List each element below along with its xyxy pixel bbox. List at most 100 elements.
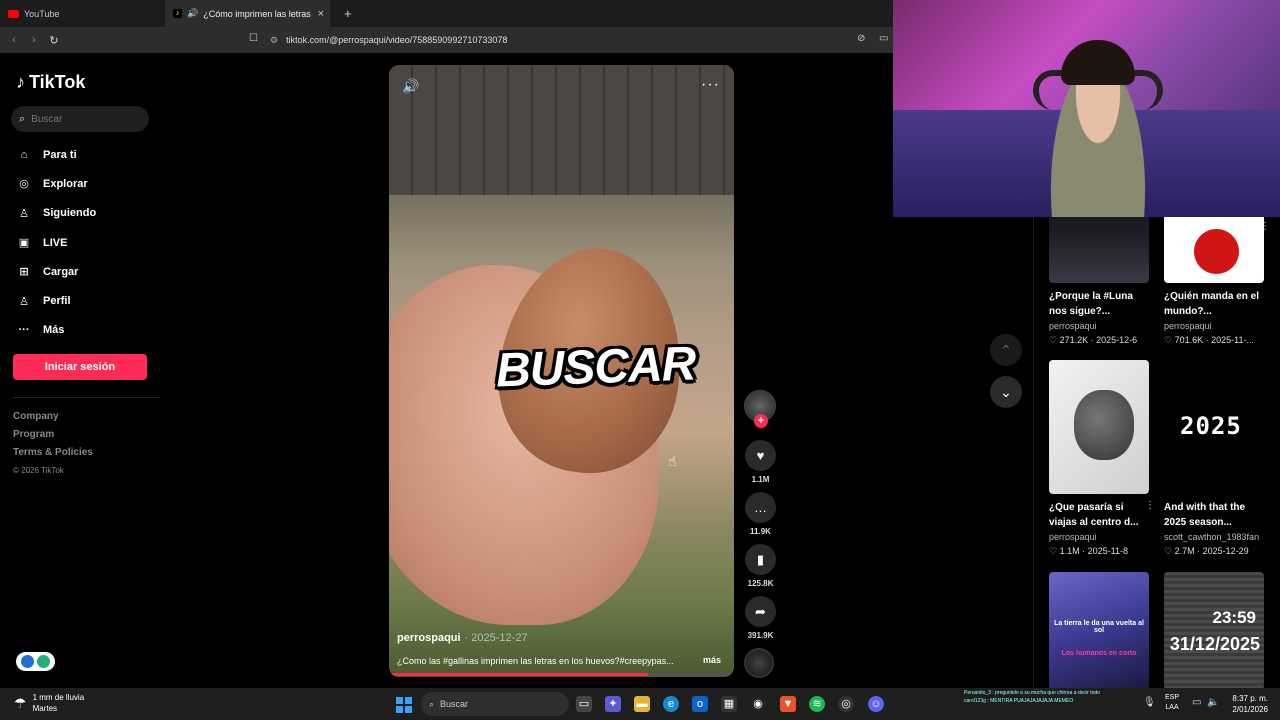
bookmark-icon[interactable]: ▮ (745, 544, 776, 575)
discord-icon[interactable]: ☺ (868, 696, 884, 712)
obs-icon[interactable]: ◎ (838, 696, 854, 712)
steam-icon[interactable]: ◉ (750, 696, 766, 712)
get-app-button[interactable] (16, 652, 55, 671)
author-avatar[interactable]: + (744, 390, 776, 428)
rec-card[interactable]: 2025 And with that the 2025 season... sc… (1164, 360, 1266, 557)
site-settings-icon[interactable]: ⚙ (270, 35, 278, 46)
cast-icon[interactable]: ▭ (879, 33, 888, 44)
rec-title[interactable]: ¿Porque la #Luna nos sigue?... (1049, 289, 1151, 319)
rec-card[interactable]: ¿Que pasaría si viajas al centro d... pe… (1049, 360, 1155, 557)
share-icon[interactable]: ➦ (745, 596, 776, 627)
tab-youtube[interactable]: YouTube (0, 0, 165, 27)
sidebar-item-mas[interactable]: ··· Más (16, 316, 96, 345)
rec-thumbnail[interactable]: 23:59 31/12/2025 (1164, 572, 1264, 690)
heart-icon[interactable]: ♥ (745, 440, 776, 471)
system-clock[interactable]: 8:37 p. m. 2/01/2026 (1226, 693, 1268, 715)
search-input[interactable] (31, 113, 132, 125)
rec-thumbnail[interactable] (1049, 360, 1149, 494)
rec-title[interactable]: And with that the 2025 season... (1164, 500, 1266, 530)
tab-tiktok[interactable]: ♪ 🔊 ¿Cómo imprimen las letras la × (165, 0, 330, 27)
outlook-icon[interactable]: o (692, 696, 708, 712)
video-overlay-text: BUSCAR (495, 337, 697, 398)
weather-widget[interactable]: ☂ 1 mm de lluvia Martes (14, 692, 84, 714)
close-tab-button[interactable]: × (318, 8, 324, 20)
comment-action[interactable]: … 11.9K (744, 492, 777, 536)
brave-icon[interactable]: ▼ (780, 696, 796, 712)
video-more-button[interactable]: más (703, 655, 721, 665)
rec-author[interactable]: scott_cawthon_1983fan (1164, 532, 1266, 542)
spotify-icon[interactable]: ≋ (809, 696, 825, 712)
previous-video-button[interactable]: ⌃ (990, 334, 1022, 366)
video-progress-bar[interactable] (389, 673, 734, 676)
microphone-icon[interactable]: 🎙 (1143, 697, 1156, 708)
save-count: 125.8K (747, 579, 774, 588)
rec-thumb-text: La tierra le da una vuelta al sol (1054, 620, 1144, 634)
volume-icon[interactable]: 🔊 (402, 78, 419, 95)
footer-link-company[interactable]: Company (13, 408, 93, 426)
sidebar-item-live[interactable]: ▣ LIVE (16, 228, 96, 257)
rec-title[interactable]: ¿Que pasaría si viajas al centro d... (1049, 500, 1151, 530)
store-icon[interactable]: ▦ (721, 696, 737, 712)
follow-plus-icon[interactable]: + (754, 414, 768, 428)
sidebar-item-perfil[interactable]: ♙ Perfil (16, 286, 96, 315)
sidebar-item-label: Para ti (43, 148, 77, 161)
rec-author[interactable]: perrospaqui (1049, 321, 1151, 331)
upload-icon: ⊞ (19, 266, 29, 279)
new-tab-button[interactable]: + (344, 6, 352, 21)
sidebar-item-para-ti[interactable]: ⌂ Para ti (16, 140, 96, 169)
save-action[interactable]: ▮ 125.8K (744, 544, 777, 588)
tiktok-icon: ♪ (173, 9, 182, 18)
copilot-icon[interactable]: ✦ (605, 696, 621, 712)
rec-thumbnail[interactable]: 2025 (1164, 360, 1264, 494)
tracking-icon[interactable]: ⊘ (857, 33, 865, 44)
sidebar-item-siguiendo[interactable]: ♙ Siguiendo (16, 199, 96, 228)
rec-card[interactable]: 23:59 31/12/2025 (1164, 572, 1266, 690)
share-action[interactable]: ➦ 391.9K (744, 596, 777, 640)
rec-options-icon[interactable]: ⋮ (1260, 221, 1270, 232)
address-bar[interactable]: ⚙ tiktok.com/@perrospaqui/video/75885909… (270, 32, 840, 48)
footer-link-program[interactable]: Program (13, 426, 93, 444)
rec-thumb-cat (1074, 390, 1134, 460)
comment-icon[interactable]: … (745, 492, 776, 523)
webcam-overlay (893, 0, 1280, 217)
sidebar-item-label: Cargar (43, 265, 79, 278)
back-button[interactable]: ‹ (4, 34, 24, 46)
edge-icon[interactable]: e (663, 696, 679, 712)
rec-author[interactable]: perrospaqui (1164, 321, 1266, 331)
rec-card[interactable]: La tierra le da una vuelta al sol Los hu… (1049, 572, 1151, 690)
rec-options-icon[interactable]: ⋮ (1145, 500, 1155, 511)
rec-thumb-subtext: 31/12/2025 (1169, 634, 1260, 654)
reload-button[interactable]: ↻ (44, 34, 64, 47)
video-description: ¿Como las #gallinas imprimen las letras … (397, 656, 674, 666)
following-icon: ♙ (19, 207, 29, 220)
forward-button[interactable]: › (24, 34, 44, 46)
sidebar-item-explorar[interactable]: ◎ Explorar (16, 169, 96, 198)
volume-icon[interactable]: 🔈 (1207, 697, 1219, 708)
language-indicator[interactable]: ESP LAA (1165, 693, 1179, 713)
video-author[interactable]: perrospaqui · 2025-12-27 (397, 632, 528, 644)
rec-thumb-text: 2025 (1180, 412, 1242, 440)
music-disc-icon[interactable] (744, 648, 774, 678)
task-view-icon[interactable]: ▭ (576, 696, 592, 712)
taskbar-search[interactable]: ⌕ Buscar (421, 692, 569, 716)
rec-author[interactable]: perrospaqui (1049, 532, 1151, 542)
sidebar-item-cargar[interactable]: ⊞ Cargar (16, 257, 96, 286)
network-icon[interactable]: ▭ (1192, 697, 1201, 708)
next-video-button[interactable]: ⌄ (990, 376, 1022, 408)
file-explorer-icon[interactable]: ▬ (634, 696, 650, 712)
tiktok-logo[interactable]: ♪ TikTok (16, 72, 85, 93)
live-icon: ▣ (18, 237, 30, 250)
rec-thumbnail[interactable]: La tierra le da una vuelta al sol Los hu… (1049, 572, 1149, 690)
video-player[interactable]: BUSCAR 🔊 ··· perrospaqui · 2025-12-27 ¿Co… (389, 65, 734, 677)
start-button[interactable] (396, 697, 412, 713)
login-button[interactable]: Iniciar sesión (13, 354, 147, 380)
footer-link-terms[interactable]: Terms & Policies (13, 444, 93, 462)
bookmark-icon[interactable]: ☐ (249, 33, 258, 44)
like-action[interactable]: ♥ 1.1M (744, 440, 777, 484)
video-more-options-icon[interactable]: ··· (701, 76, 720, 94)
search-box[interactable]: ⌕ (11, 106, 149, 132)
rec-title[interactable]: ¿Quién manda en el mundo?... (1164, 289, 1266, 319)
rec-meta: ♡ 701.6K · 2025-11-... (1164, 335, 1254, 345)
weather-line2: Martes (32, 704, 58, 713)
more-icon: ··· (18, 324, 30, 337)
